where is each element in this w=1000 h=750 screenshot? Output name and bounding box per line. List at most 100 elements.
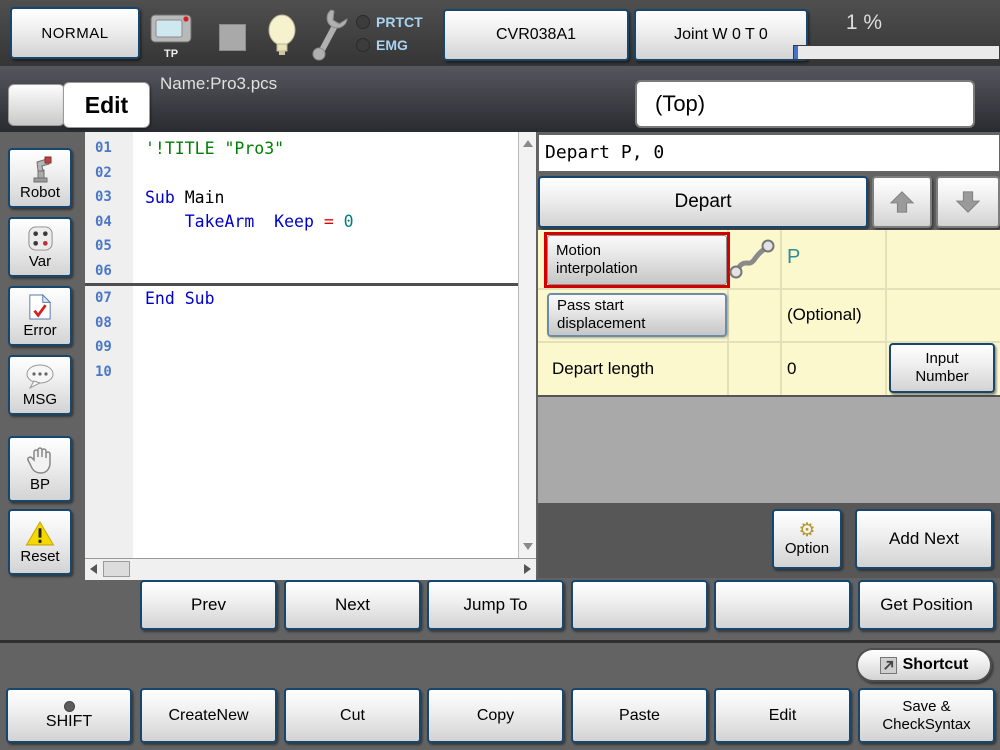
sidebar-item-label: Error — [23, 322, 56, 339]
wrench-icon — [306, 7, 350, 66]
statement-preview-field[interactable]: Depart P, 0 — [538, 134, 1000, 172]
line-number: 04 — [85, 214, 133, 230]
line-number: 06 — [85, 263, 133, 279]
code-line: 09 — [85, 335, 518, 360]
move-up-button[interactable] — [872, 176, 932, 228]
program-name-label: Name:Pro3.pcs — [160, 74, 277, 94]
get-position-button[interactable]: Get Position — [858, 580, 995, 630]
down-arrow-icon — [954, 189, 982, 215]
code-text: Sub Main — [133, 188, 225, 207]
code-line: 07End Sub — [85, 286, 518, 311]
option-label: Option — [785, 541, 829, 558]
sidebar-item-label: Reset — [20, 548, 59, 565]
code-line: 03Sub Main — [85, 185, 518, 210]
tp-icon-label: TP — [148, 48, 194, 60]
sidebar-item-label: BP — [30, 476, 50, 493]
pass-start-displacement-label: Pass start displacement — [557, 297, 667, 332]
scrollbar-thumb[interactable] — [103, 561, 130, 577]
emg-indicator: EMG — [356, 37, 408, 53]
paste-button[interactable]: Paste — [571, 688, 708, 743]
line-number: 09 — [85, 339, 133, 355]
line-number: 02 — [85, 165, 133, 181]
shift-button[interactable]: SHIFT — [6, 688, 132, 743]
motion-path-icon — [728, 236, 776, 287]
sidebar-item-var[interactable]: Var — [8, 217, 72, 277]
code-text: End Sub — [133, 289, 215, 308]
lamp-icon — [266, 13, 298, 64]
tab-blank[interactable] — [8, 84, 65, 126]
save-checksyntax-button[interactable]: Save & CheckSyntax — [858, 688, 995, 743]
scroll-down-arrow-icon[interactable] — [523, 543, 533, 550]
line-number: 08 — [85, 315, 133, 331]
scroll-up-arrow-icon[interactable] — [523, 140, 533, 147]
depart-length-label: Depart length — [552, 359, 654, 379]
shortcut-button[interactable]: Shortcut — [856, 648, 992, 682]
shortcut-label: Shortcut — [903, 656, 969, 674]
pass-start-displacement-button[interactable]: Pass start displacement — [547, 293, 727, 337]
prtct-label: PRTCT — [376, 14, 423, 30]
prev-button[interactable]: Prev — [140, 580, 277, 630]
hand-icon — [26, 445, 54, 475]
edit-button[interactable]: Edit — [714, 688, 851, 743]
tab-edit[interactable]: Edit — [63, 82, 150, 128]
speed-progress-fill — [794, 46, 798, 59]
mode-button[interactable]: NORMAL — [10, 7, 140, 59]
panel-spacer — [538, 397, 1000, 503]
sidebar-item-label: MSG — [23, 391, 57, 408]
sidebar-item-msg[interactable]: MSG — [8, 355, 72, 415]
code-line: 06 — [85, 259, 518, 284]
line-number: 01 — [85, 140, 133, 156]
add-next-button[interactable]: Add Next — [855, 509, 993, 569]
coordinate-mode-button[interactable]: Joint W 0 T 0 — [634, 9, 808, 61]
blank-button[interactable] — [571, 580, 708, 630]
code-line: 10 — [85, 360, 518, 385]
input-number-button[interactable]: Input Number — [889, 343, 995, 393]
tp-device-glyph — [149, 11, 193, 45]
dice-icon — [27, 225, 54, 252]
robot-arm-icon — [26, 155, 54, 183]
cut-button[interactable]: Cut — [284, 688, 421, 743]
editor-vertical-scrollbar[interactable] — [518, 132, 536, 558]
editor-horizontal-scrollbar[interactable] — [85, 558, 536, 580]
code-line: 05 — [85, 234, 518, 259]
sidebar-item-reset[interactable]: Reset — [8, 509, 72, 575]
controller-name-button[interactable]: CVR038A1 — [443, 9, 629, 61]
prtct-indicator: PRTCT — [356, 14, 423, 30]
next-button[interactable]: Next — [284, 580, 421, 630]
scroll-right-arrow-icon[interactable] — [524, 564, 531, 574]
code-line: 01'!TITLE "Pro3" — [85, 136, 518, 161]
selection-highlight-border: Motion interpolation — [544, 232, 730, 288]
code-text: TakeArm Keep = 0 — [133, 212, 354, 231]
warning-triangle-icon — [24, 520, 56, 547]
title-bar: Edit Name:Pro3.pcs (Top) — [0, 66, 1000, 132]
message-bubble-icon — [25, 363, 55, 390]
motion-interpolation-button[interactable]: Motion interpolation — [547, 235, 727, 285]
code-text: '!TITLE "Pro3" — [133, 139, 284, 158]
create-new-button[interactable]: CreateNew — [140, 688, 277, 743]
speed-percent-label: 1 % — [818, 11, 910, 35]
copy-button[interactable]: Copy — [427, 688, 564, 743]
sidebar-item-robot[interactable]: Robot — [8, 148, 72, 208]
gear-icon: ⚙ — [798, 521, 815, 541]
status-bar: NORMAL TP PRT — [0, 0, 1000, 66]
blank-button[interactable] — [714, 580, 851, 630]
code-line: 02 — [85, 161, 518, 186]
parameter-table: Motion interpolation P Pass start displa… — [538, 230, 1000, 397]
table-grid-line — [538, 288, 1000, 290]
jump-to-button[interactable]: Jump To — [427, 580, 564, 630]
depart-length-value: 0 — [787, 359, 796, 379]
option-button[interactable]: ⚙ Option — [772, 509, 842, 569]
move-down-button[interactable] — [936, 176, 1000, 228]
program-code-editor[interactable]: 01'!TITLE "Pro3"0203Sub Main04 TakeArm K… — [85, 132, 518, 558]
shift-indicator-icon — [64, 701, 75, 712]
command-depart-button[interactable]: Depart — [538, 176, 868, 228]
line-number: 07 — [85, 290, 133, 306]
scroll-left-arrow-icon[interactable] — [90, 564, 97, 574]
prtct-led-icon — [356, 15, 370, 29]
table-grid-line — [780, 230, 782, 395]
sidebar-item-bp[interactable]: BP — [8, 436, 72, 502]
code-lines: 01'!TITLE "Pro3"0203Sub Main04 TakeArm K… — [85, 136, 518, 384]
up-arrow-icon — [888, 189, 916, 215]
sidebar-item-error[interactable]: Error — [8, 286, 72, 346]
hierarchy-field[interactable]: (Top) — [635, 80, 975, 128]
